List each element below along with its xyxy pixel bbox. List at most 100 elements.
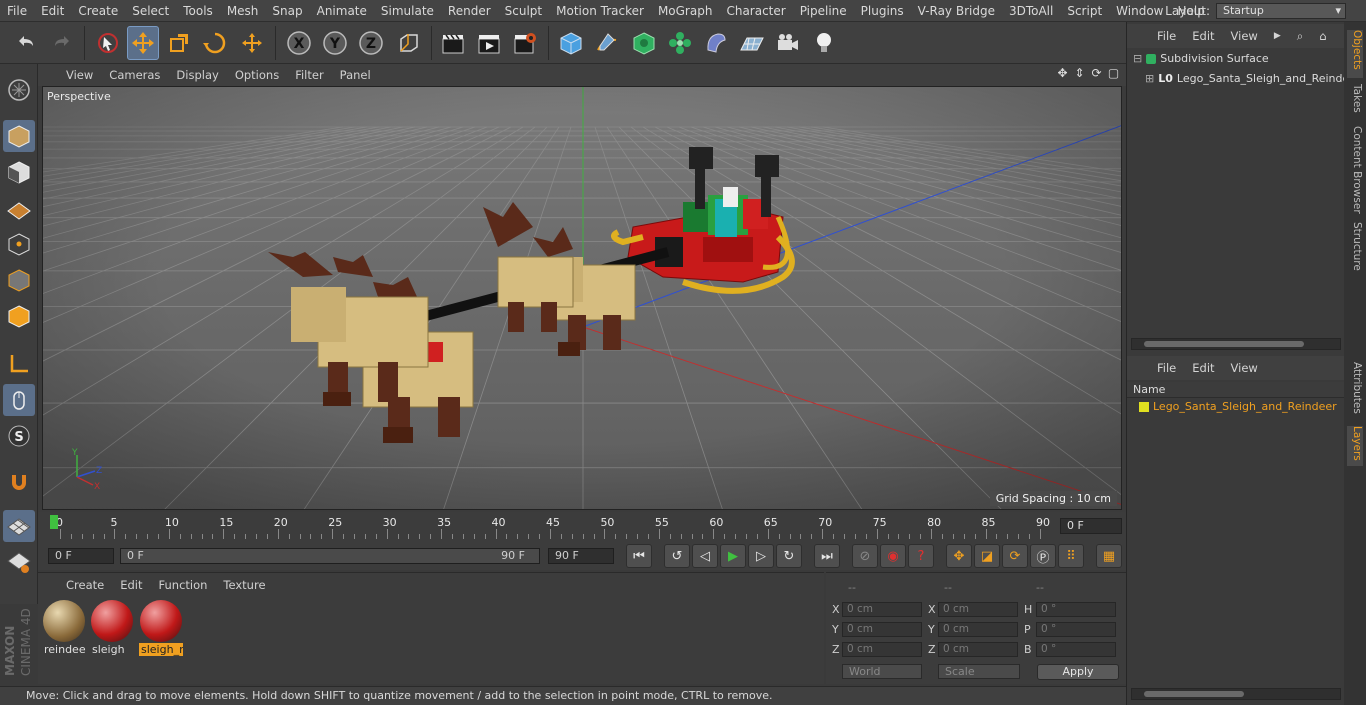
start-frame-field[interactable]: 0 F xyxy=(48,548,114,564)
cube-primitive-button[interactable] xyxy=(555,26,587,60)
scroll-thumb[interactable] xyxy=(1144,341,1304,347)
menu-simulate[interactable]: Simulate xyxy=(374,4,441,18)
layers-scrollbar[interactable] xyxy=(1131,688,1341,700)
size-y-field[interactable]: 0 cm xyxy=(938,622,1018,637)
go-to-start-button[interactable]: ⏮ xyxy=(626,544,652,568)
transform-tool-button[interactable] xyxy=(236,26,268,60)
solo-button[interactable]: S xyxy=(3,420,35,452)
light-button[interactable] xyxy=(808,26,840,60)
object-lego-santa[interactable]: ⊞ L0 Lego_Santa_Sleigh_and_Reindeer xyxy=(1145,72,1361,85)
viewport-menu-cameras[interactable]: Cameras xyxy=(101,68,168,82)
autokey-button[interactable]: ◉ xyxy=(880,544,906,568)
material-menu-texture[interactable]: Texture xyxy=(215,578,273,592)
menu-window[interactable]: Window xyxy=(1109,4,1170,18)
menu-create[interactable]: Create xyxy=(71,4,125,18)
material-swatch-sleigh[interactable]: sleigh xyxy=(90,599,134,656)
polygons-mode-button[interactable] xyxy=(3,300,35,332)
maximize-icon[interactable]: ▢ xyxy=(1107,67,1120,80)
rot-p-field[interactable]: 0 ° xyxy=(1036,622,1116,637)
make-editable-button[interactable] xyxy=(3,74,35,106)
zoom-icon[interactable]: ⇕ xyxy=(1073,67,1086,80)
coordinate-system-button[interactable] xyxy=(393,26,425,60)
tab-takes[interactable]: Takes xyxy=(1347,84,1363,120)
menu-vray-bridge[interactable]: V-Ray Bridge xyxy=(911,4,1002,18)
orbit-icon[interactable]: ⟳ xyxy=(1090,67,1103,80)
rotate-tool-button[interactable] xyxy=(199,26,231,60)
viewport-menu-panel[interactable]: Panel xyxy=(332,68,379,82)
objects-home-icon[interactable]: ⌂ xyxy=(1311,29,1334,43)
tweak-mode-button[interactable] xyxy=(3,384,35,416)
undo-button[interactable] xyxy=(10,26,42,60)
menu-animate[interactable]: Animate xyxy=(310,4,374,18)
pos-z-field[interactable]: 0 cm xyxy=(842,642,922,657)
3d-viewport[interactable]: Y Z X Perspective Grid Spacing : 10 cm xyxy=(42,86,1122,510)
tab-content-browser[interactable]: Content Browser xyxy=(1347,126,1363,216)
material-menu-create[interactable]: Create xyxy=(58,578,112,592)
material-swatch-reindeer[interactable]: reindeer xyxy=(42,599,86,656)
layers-menu-view[interactable]: View xyxy=(1223,361,1266,375)
menu-tools[interactable]: Tools xyxy=(176,4,220,18)
tree-expand-icon[interactable]: ⊞ xyxy=(1145,72,1154,85)
viewport-menu-filter[interactable]: Filter xyxy=(287,68,331,82)
render-view-button[interactable] xyxy=(437,26,469,60)
key-position-button[interactable]: ✥ xyxy=(946,544,972,568)
layers-menu-file[interactable]: File xyxy=(1149,361,1184,375)
scale-mode-dropdown[interactable]: Scale xyxy=(938,664,1020,679)
menu-pipeline[interactable]: Pipeline xyxy=(793,4,854,18)
render-settings-button[interactable] xyxy=(509,26,541,60)
menu-script[interactable]: Script xyxy=(1060,4,1109,18)
layers-menu-edit[interactable]: Edit xyxy=(1184,361,1222,375)
render-to-picture-viewer-button[interactable] xyxy=(473,26,505,60)
viewport-menu-options[interactable]: Options xyxy=(227,68,287,82)
model-mode-button[interactable] xyxy=(3,120,35,152)
key-pla-button[interactable]: ⠿ xyxy=(1058,544,1084,568)
menu-snap[interactable]: Snap xyxy=(265,4,309,18)
record-active-button[interactable]: ⊘ xyxy=(852,544,878,568)
key-rotation-button[interactable]: ⟳ xyxy=(1002,544,1028,568)
objects-scrollbar[interactable] xyxy=(1131,338,1341,350)
workplane-mode-button[interactable] xyxy=(3,192,35,224)
snap-button[interactable] xyxy=(3,466,35,498)
material-swatch-sleigh-n[interactable]: sleigh_n xyxy=(139,599,183,656)
lock-y-axis-button[interactable]: Y xyxy=(319,26,351,60)
viewport-menu-display[interactable]: Display xyxy=(168,68,226,82)
edges-mode-button[interactable] xyxy=(3,264,35,296)
layout-dropdown[interactable]: Startup xyxy=(1216,3,1346,19)
cloner-button[interactable] xyxy=(664,26,696,60)
timeline-ruler[interactable]: 0 5 10 15 20 25 30 35 40 45 50 55 60 65 70 75 80 85 90 0 F xyxy=(38,512,1126,542)
deformer-button[interactable] xyxy=(700,26,732,60)
layers-column-header[interactable]: Name xyxy=(1127,382,1345,398)
material-menu-function[interactable]: Function xyxy=(151,578,216,592)
menu-sculpt[interactable]: Sculpt xyxy=(498,4,549,18)
menu-motion-tracker[interactable]: Motion Tracker xyxy=(549,4,651,18)
pen-spline-button[interactable] xyxy=(591,26,623,60)
floor-button[interactable] xyxy=(736,26,768,60)
tab-structure[interactable]: Structure xyxy=(1347,222,1363,282)
grid-snap-button[interactable] xyxy=(3,546,35,578)
redo-button[interactable] xyxy=(46,26,78,60)
next-frame-button[interactable]: ▷ xyxy=(748,544,774,568)
menu-mograph[interactable]: MoGraph xyxy=(651,4,720,18)
move-tool-button[interactable] xyxy=(127,26,159,60)
objects-menu-file[interactable]: File xyxy=(1149,29,1184,43)
tab-attributes[interactable]: Attributes xyxy=(1347,362,1363,422)
coordinate-mode-dropdown[interactable]: World xyxy=(842,664,922,679)
key-parameter-button[interactable]: Ⓟ xyxy=(1030,544,1056,568)
subdivision-surface-button[interactable] xyxy=(628,26,660,60)
key-scale-button[interactable]: ◪ xyxy=(974,544,1000,568)
scale-tool-button[interactable] xyxy=(163,26,195,60)
objects-menu-edit[interactable]: Edit xyxy=(1184,29,1222,43)
size-x-field[interactable]: 0 cm xyxy=(938,602,1018,617)
layer-lego-santa[interactable]: Lego_Santa_Sleigh_and_Reindeer xyxy=(1139,400,1337,413)
pan-icon[interactable]: ✥ xyxy=(1056,67,1069,80)
playhead-marker[interactable] xyxy=(50,515,58,529)
previous-key-button[interactable]: ↺ xyxy=(664,544,690,568)
tree-expand-icon[interactable]: ⊟ xyxy=(1133,52,1142,65)
viewport-menu-view[interactable]: View xyxy=(58,68,101,82)
menu-3dtoall[interactable]: 3DToAll xyxy=(1002,4,1060,18)
apply-button[interactable]: Apply xyxy=(1037,664,1119,680)
camera-button[interactable] xyxy=(772,26,804,60)
points-mode-button[interactable] xyxy=(3,228,35,260)
pos-y-field[interactable]: 0 cm xyxy=(842,622,922,637)
size-z-field[interactable]: 0 cm xyxy=(938,642,1018,657)
